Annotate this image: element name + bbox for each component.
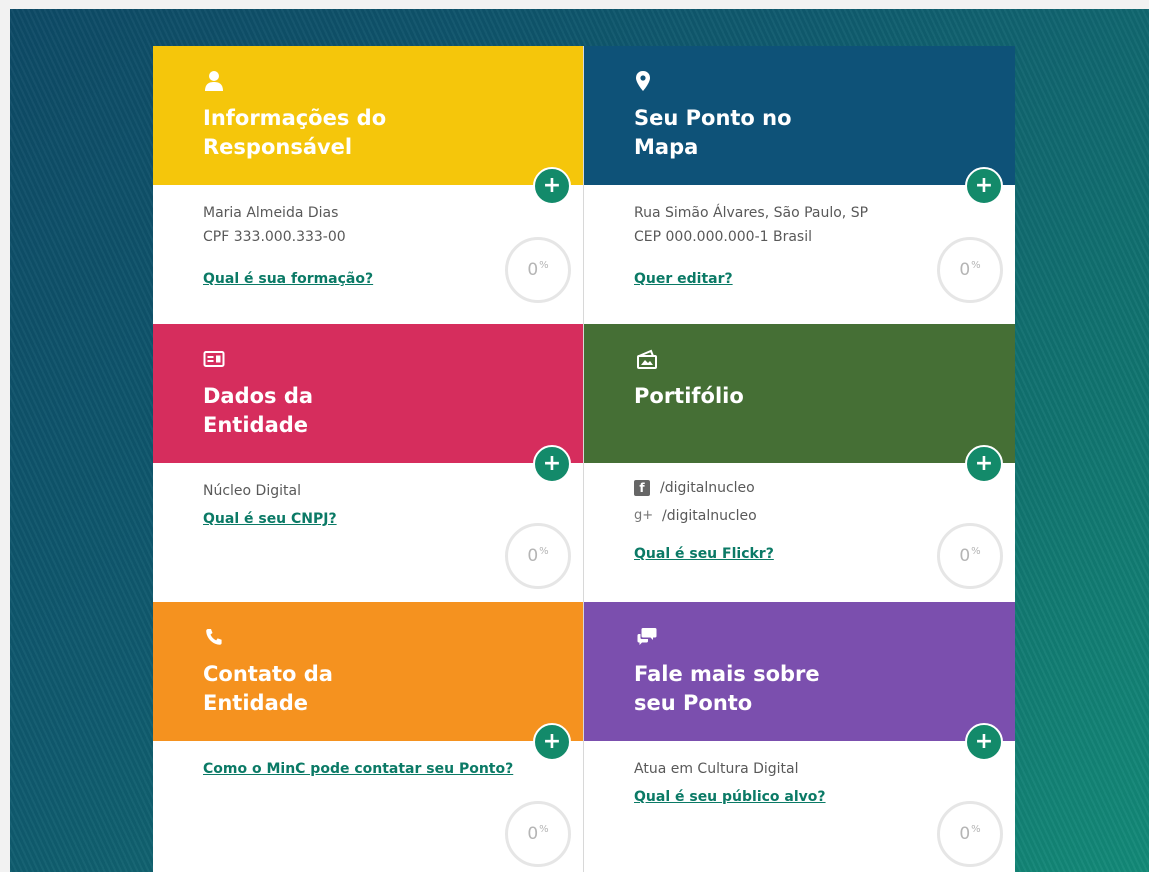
contato-link[interactable]: Como o MinC pode contatar seu Ponto? (203, 757, 533, 781)
card-fale-mais: Fale mais sobre seu Ponto + Atua em Cult… (584, 602, 1015, 872)
facebook-row[interactable]: f /digitalnucleo (634, 474, 964, 502)
edit-link[interactable]: Quer editar? (634, 267, 964, 291)
card-title: Informações do Responsável (203, 106, 387, 159)
portfolio-icon (637, 349, 657, 369)
entidade-name: Núcleo Digital (203, 483, 301, 499)
profile-cards-grid: Informações do Responsável + Maria Almei… (153, 46, 1016, 872)
page-background: Informações do Responsável + Maria Almei… (10, 9, 1149, 872)
google-plus-handle: /digitalnucleo (662, 508, 757, 524)
card-entidade: Dados da Entidade + Núcleo Digital Qual … (153, 324, 584, 602)
facebook-icon: f (634, 480, 650, 496)
card-title: Seu Ponto no Mapa (634, 106, 792, 159)
add-button[interactable]: + (533, 167, 571, 205)
add-button[interactable]: + (965, 167, 1003, 205)
progress-circle: 0% (505, 801, 571, 867)
card-header: Contato da Entidade (153, 602, 583, 741)
card-title: Contato da Entidade (203, 662, 333, 715)
atuacao-line: Atua em Cultura Digital (634, 761, 799, 777)
person-icon (205, 71, 223, 91)
add-button[interactable]: + (533, 445, 571, 483)
add-button[interactable]: + (965, 723, 1003, 761)
progress-symbol: % (971, 260, 981, 271)
progress-value: 0 (527, 824, 539, 844)
progress-symbol: % (971, 546, 981, 557)
publico-alvo-link[interactable]: Qual é seu público alvo? (634, 785, 964, 809)
card-portfolio: Portifólio + f /digitalnucleo g+ /digita… (584, 324, 1015, 602)
progress-circle: 0% (937, 801, 1003, 867)
google-plus-row[interactable]: g+ /digitalnucleo (634, 502, 964, 530)
card-title: Portifólio (634, 384, 744, 408)
progress-circle: 0% (505, 237, 571, 303)
phone-icon (206, 629, 222, 645)
card-header: Informações do Responsável (153, 46, 583, 185)
progress-value: 0 (959, 546, 971, 566)
card-contato: Contato da Entidade + Como o MinC pode c… (153, 602, 584, 872)
id-card-icon (203, 351, 225, 367)
map-pin-icon (636, 71, 650, 91)
flickr-link[interactable]: Qual é seu Flickr? (634, 542, 964, 566)
cnpj-link[interactable]: Qual é seu CNPJ? (203, 507, 533, 531)
card-body: Como o MinC pode contatar seu Ponto? (203, 757, 533, 781)
card-header: Portifólio (584, 324, 1015, 463)
card-header: Seu Ponto no Mapa (584, 46, 1015, 185)
card-body: Atua em Cultura Digital Qual é seu públi… (634, 757, 964, 809)
progress-symbol: % (539, 824, 549, 835)
progress-value: 0 (959, 824, 971, 844)
card-title: Dados da Entidade (203, 384, 314, 437)
add-button[interactable]: + (533, 723, 571, 761)
card-header: Dados da Entidade (153, 324, 583, 463)
formacao-link[interactable]: Qual é sua formação? (203, 267, 533, 291)
card-body: Maria Almeida Dias CPF 333.000.333-00 Qu… (203, 201, 533, 291)
add-button[interactable]: + (965, 445, 1003, 483)
address-line: Rua Simão Álvares, São Paulo, SP (634, 205, 869, 221)
card-header: Fale mais sobre seu Ponto (584, 602, 1015, 741)
progress-circle: 0% (937, 523, 1003, 589)
cep-line: CEP 000.000.000-1 Brasil (634, 229, 813, 245)
progress-circle: 0% (505, 523, 571, 589)
card-title: Fale mais sobre seu Ponto (634, 662, 820, 715)
card-mapa: Seu Ponto no Mapa + Rua Simão Álvares, S… (584, 46, 1015, 324)
google-plus-icon: g+ (634, 508, 654, 523)
card-body: f /digitalnucleo g+ /digitalnucleo Qual … (634, 474, 964, 566)
progress-value: 0 (959, 260, 971, 280)
progress-circle: 0% (937, 237, 1003, 303)
responsavel-name: Maria Almeida Dias (203, 205, 339, 221)
card-body: Núcleo Digital Qual é seu CNPJ? (203, 479, 533, 531)
card-responsavel: Informações do Responsável + Maria Almei… (153, 46, 584, 324)
progress-symbol: % (539, 546, 549, 557)
progress-symbol: % (971, 824, 981, 835)
progress-symbol: % (539, 260, 549, 271)
responsavel-cpf: CPF 333.000.333-00 (203, 229, 346, 245)
facebook-handle: /digitalnucleo (660, 480, 755, 496)
card-body: Rua Simão Álvares, São Paulo, SP CEP 000… (634, 201, 964, 291)
progress-value: 0 (527, 260, 539, 280)
progress-value: 0 (527, 546, 539, 566)
chat-bubbles-icon (637, 628, 657, 645)
